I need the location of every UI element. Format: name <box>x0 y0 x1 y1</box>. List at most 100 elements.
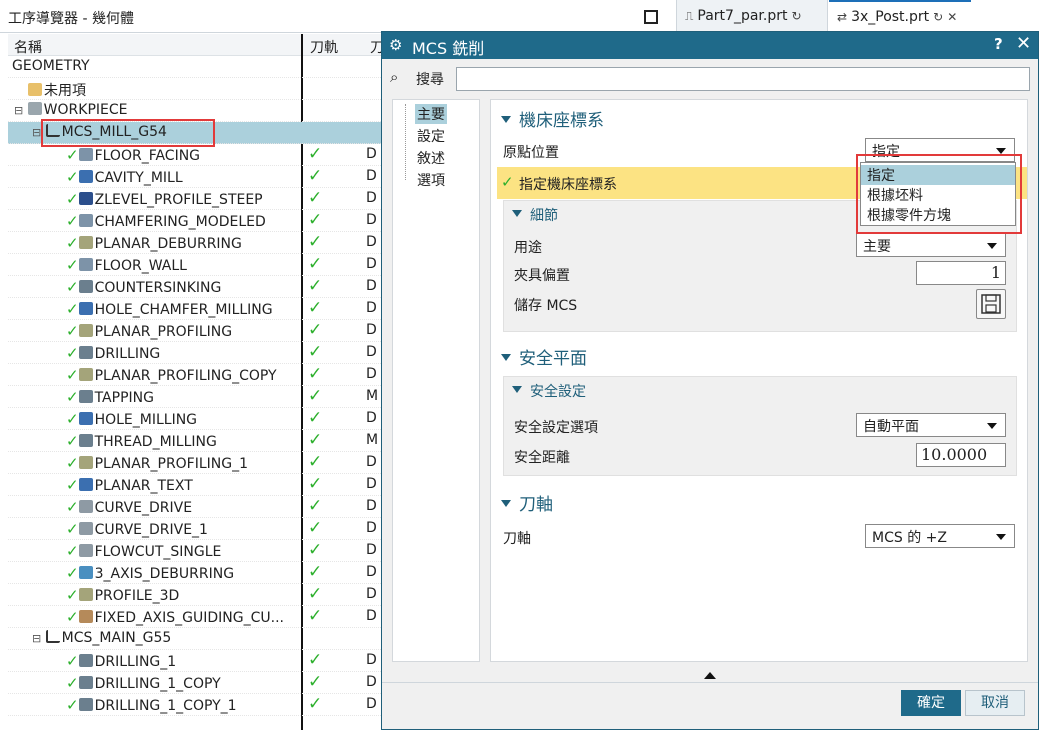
tree-row-operation[interactable]: ✓ ZLEVEL_PROFILE_STEEP ✓ D <box>8 188 383 210</box>
collapse-icon[interactable]: ⊟ <box>32 632 41 645</box>
toolpath-check-icon: ✓ <box>308 650 323 670</box>
collapse-triangle-icon <box>501 116 511 123</box>
row-label: PLANAR_DEBURRING <box>94 236 242 252</box>
tool-value: D <box>366 520 377 536</box>
tree-row-operation[interactable]: ✓ FLOWCUT_SINGLE ✓ D <box>8 540 383 562</box>
hole-chamfer-icon <box>78 302 93 315</box>
toolpath-check-icon: ✓ <box>308 518 323 538</box>
toolpath-check-icon: ✓ <box>308 342 323 362</box>
tree-row-operation[interactable]: ✓ PLANAR_PROFILING_COPY ✓ D <box>8 364 383 386</box>
tree-row-operation[interactable]: ✓ CURVE_DRIVE ✓ D <box>8 496 383 518</box>
tree-row-operation[interactable]: ✓ FLOOR_FACING ✓ D <box>8 144 383 166</box>
row-label: ZLEVEL_PROFILE_STEEP <box>94 192 263 208</box>
annotation-highlight-box <box>41 119 215 147</box>
row-label: TAPPING <box>94 390 154 406</box>
tree-row-operation[interactable]: ✓ DRILLING_1_COPY_1 ✓ D <box>8 694 383 716</box>
row-label: CURVE_DRIVE <box>94 500 193 516</box>
drill-icon <box>78 698 93 711</box>
tree-row-operation[interactable]: ✓ DRILLING ✓ D <box>8 342 383 364</box>
profile-3d-icon <box>78 588 93 601</box>
row-label: PLANAR_PROFILING_COPY <box>94 368 277 384</box>
close-button[interactable]: ✕ <box>1016 33 1031 54</box>
safety-option-select[interactable]: 自動平面 <box>856 413 1006 437</box>
tree-row-operation[interactable]: ✓ PLANAR_DEBURRING ✓ D <box>8 232 383 254</box>
toolpath-check-icon: ✓ <box>308 210 323 230</box>
drill-icon <box>78 346 93 359</box>
tree-row-geometry[interactable]: GEOMETRY <box>8 56 383 78</box>
tree-row-operation[interactable]: ✓ FIXED_AXIS_GUIDING_CU... ✓ D <box>8 606 383 628</box>
tree-row-operation[interactable]: ✓ TAPPING ✓ M <box>8 386 383 408</box>
toolpath-check-icon: ✓ <box>308 584 323 604</box>
save-mcs-button[interactable] <box>976 289 1006 319</box>
search-input[interactable] <box>456 67 1030 91</box>
hole-mill-icon <box>78 412 93 425</box>
mcs-mill-dialog: ⚙ MCS 銑削 ? ✕ ⌕ 搜尋 主要 設定 敘述 選項 機床座標系 原點位置… <box>381 31 1039 730</box>
tree-row-operation[interactable]: ✓ PLANAR_TEXT ✓ D <box>8 474 383 496</box>
purpose-select[interactable]: 主要 <box>856 233 1006 257</box>
close-tab-icon[interactable]: ✕ <box>947 10 957 24</box>
tree-row-operation[interactable]: ✓ FLOOR_WALL ✓ D <box>8 254 383 276</box>
tool-value: D <box>366 146 377 162</box>
complete-check-icon: ✓ <box>66 168 79 186</box>
tree-row-operation[interactable]: ✓ CHAMFERING_MODELED ✓ D <box>8 210 383 232</box>
flowcut-icon <box>78 544 93 557</box>
tab-part7[interactable]: ⎍ Part7_par.prt ↻ <box>676 0 828 32</box>
tree-row-operation[interactable]: ✓ HOLE_CHAMFER_MILLING ✓ D <box>8 298 383 320</box>
tool-value: D <box>366 366 377 382</box>
tool-axis-select[interactable]: MCS 的 +Z <box>865 524 1015 548</box>
details-header[interactable]: 細節 <box>512 205 558 225</box>
restore-window-icon[interactable] <box>644 10 658 24</box>
complete-check-icon: ✓ <box>66 146 79 164</box>
dialog-title-bar[interactable]: ⚙ MCS 銑削 ? ✕ <box>382 32 1038 59</box>
complete-check-icon: ✓ <box>66 300 79 318</box>
gear-icon[interactable]: ⚙ <box>389 36 402 54</box>
tree-row-operation[interactable]: ✓ COUNTERSINKING ✓ D <box>8 276 383 298</box>
purpose-label: 用途 <box>514 240 542 256</box>
safety-section-header[interactable]: 安全平面 <box>501 344 587 369</box>
tree-row-operation[interactable]: ✓ DRILLING_1_COPY ✓ D <box>8 672 383 694</box>
mcs-section-header[interactable]: 機床座標系 <box>501 106 604 131</box>
tree-row-operation[interactable]: ✓ CURVE_DRIVE_1 ✓ D <box>8 518 383 540</box>
nav-item-settings[interactable]: 設定 <box>415 126 447 146</box>
tree-row-operation[interactable]: ✓ THREAD_MILLING ✓ M <box>8 430 383 452</box>
row-label: PLANAR_PROFILING <box>94 324 233 340</box>
nav-item-main[interactable]: 主要 <box>415 104 447 124</box>
safety-distance-input[interactable]: 10.0000 <box>916 443 1006 467</box>
planar-profile-icon <box>78 456 93 469</box>
tree-row-operation[interactable]: ✓ PLANAR_PROFILING_1 ✓ D <box>8 452 383 474</box>
nav-item-description[interactable]: 敘述 <box>415 148 447 168</box>
tree-row-mcs-main-g55[interactable]: ⊟ MCS_MAIN_G55 <box>8 628 383 650</box>
mcs-icon <box>45 630 60 643</box>
tree-row-operation[interactable]: ✓ DRILLING_1 ✓ D <box>8 650 383 672</box>
row-label: DRILLING <box>94 346 161 362</box>
collapse-icon[interactable]: ⊟ <box>32 126 41 139</box>
help-button[interactable]: ? <box>994 35 1003 53</box>
tree-row-unused[interactable]: 未用項 <box>8 78 383 100</box>
assembly-file-icon: ⇄ <box>837 10 848 24</box>
complete-check-icon: ✓ <box>66 454 79 472</box>
tool-value: D <box>366 542 377 558</box>
ok-button[interactable]: 確定 <box>901 690 961 716</box>
tool-value: D <box>366 674 377 690</box>
tree-row-operation[interactable]: ✓ PROFILE_3D ✓ D <box>8 584 383 606</box>
row-label: CURVE_DRIVE_1 <box>94 522 208 538</box>
fixture-offset-input[interactable]: 1 <box>916 261 1006 285</box>
tree-row-operation[interactable]: ✓ PLANAR_PROFILING ✓ D <box>8 320 383 342</box>
safety-settings-header[interactable]: 安全設定 <box>512 381 586 401</box>
tree-row-operation[interactable]: ✓ CAVITY_MILL ✓ D <box>8 166 383 188</box>
row-label: THREAD_MILLING <box>94 434 217 450</box>
tab-3x-post[interactable]: ⇄ 3x_Post.prt ↻ ✕ <box>829 0 971 32</box>
complete-check-icon: ✓ <box>66 498 79 516</box>
column-name-header[interactable]: 名稱 <box>14 37 42 57</box>
tree-row-operation[interactable]: ✓ HOLE_MILLING ✓ D <box>8 408 383 430</box>
cancel-button[interactable]: 取消 <box>965 690 1025 716</box>
nav-item-options[interactable]: 選項 <box>415 170 447 190</box>
tool-axis-header[interactable]: 刀軸 <box>501 490 553 515</box>
binoculars-icon: ⌕ <box>390 68 399 86</box>
collapse-up-icon[interactable] <box>704 672 716 679</box>
toolpath-check-icon: ✓ <box>308 430 323 450</box>
collapse-icon[interactable]: ⊟ <box>14 104 23 117</box>
navigator-title: 工序導覽器 - 幾何體 <box>8 11 134 27</box>
column-toolpath-header[interactable]: 刀軌 <box>310 37 338 57</box>
tree-row-operation[interactable]: ✓ 3_AXIS_DEBURRING ✓ D <box>8 562 383 584</box>
